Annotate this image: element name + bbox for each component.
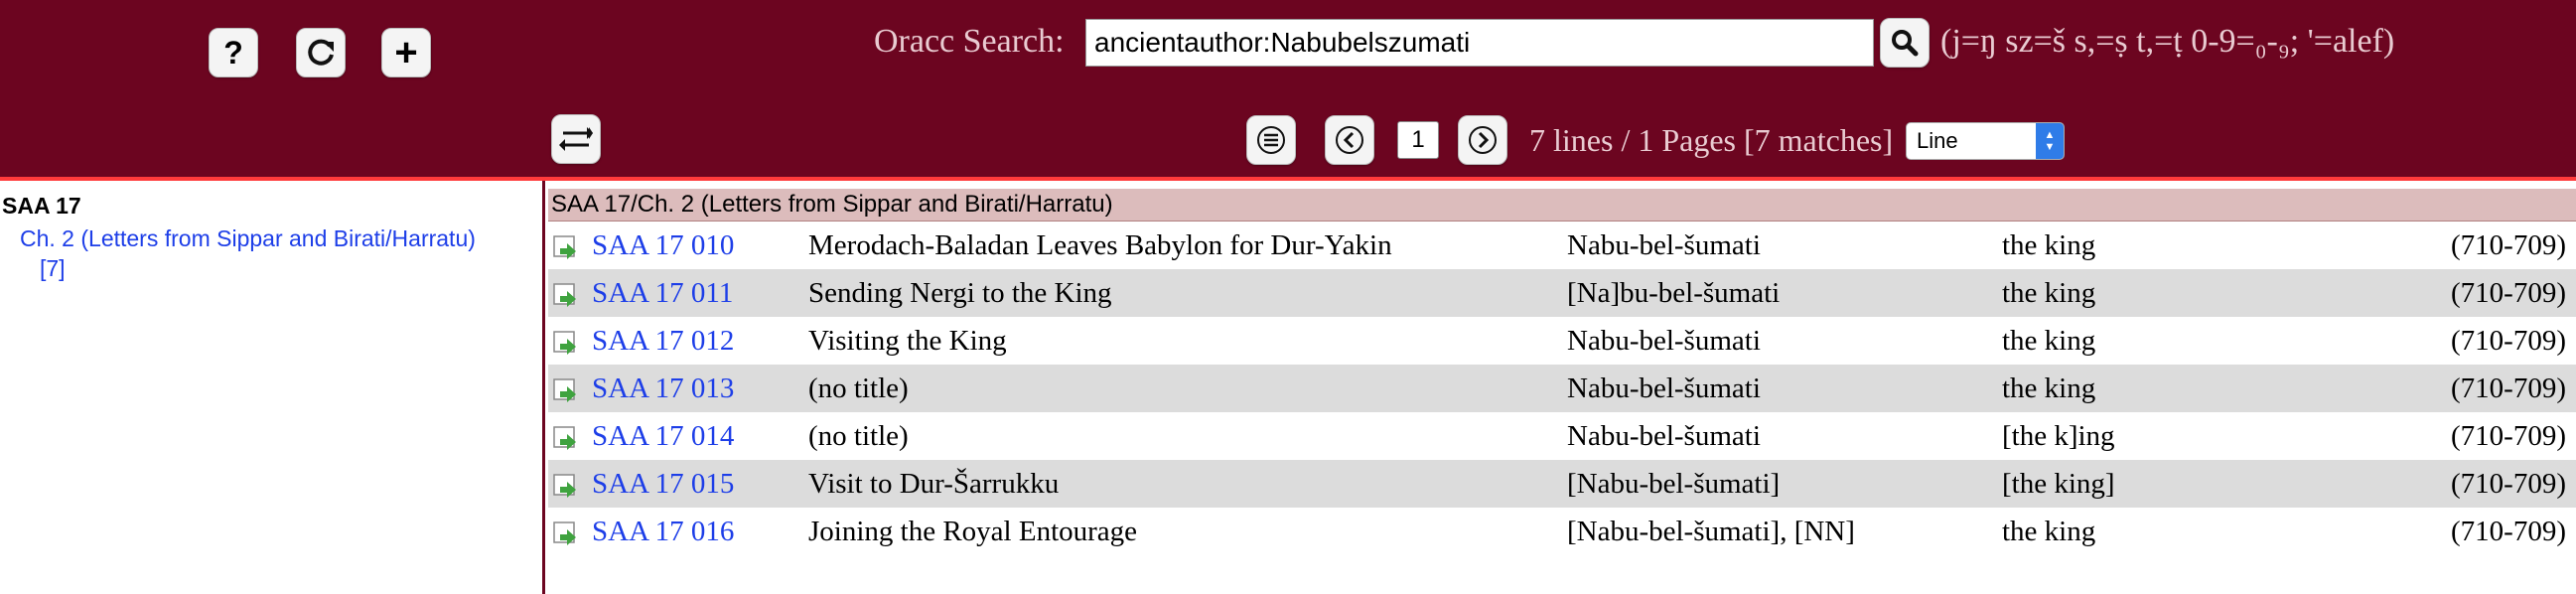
text-author: Nabu-bel-šumati <box>1567 325 1761 357</box>
text-recipient: the king <box>2002 229 2096 261</box>
text-id-link[interactable]: SAA 17 016 <box>592 508 734 555</box>
text-id-link[interactable]: SAA 17 012 <box>592 317 734 365</box>
menu-button[interactable] <box>1246 115 1296 165</box>
page-number[interactable]: 1 <box>1397 121 1439 159</box>
go-arrow-icon[interactable] <box>552 282 580 310</box>
question-icon: ? <box>223 34 243 71</box>
results-group-header: SAA 17/Ch. 2 (Letters from Sippar and Bi… <box>548 189 2576 222</box>
table-row: SAA 17 011 Sending Nergi to the King [Na… <box>548 269 2576 317</box>
text-author: Nabu-bel-šumati <box>1567 229 1761 261</box>
text-title: Visit to Dur-Šarrukku <box>808 468 1060 500</box>
text-title: Joining the Royal Entourage <box>808 516 1138 547</box>
menu-lines-icon <box>1257 126 1285 154</box>
go-arrow-icon[interactable] <box>552 425 580 453</box>
text-date: (710-709) <box>2451 468 2566 500</box>
text-id-link[interactable]: SAA 17 015 <box>592 460 734 508</box>
go-arrow-icon[interactable] <box>552 330 580 358</box>
table-row: SAA 17 013 (no title) Nabu-bel-šumati th… <box>548 365 2576 412</box>
search-label: Oracc Search: <box>874 23 1065 60</box>
text-title: Sending Nergi to the King <box>808 277 1112 309</box>
go-arrow-icon[interactable] <box>552 473 580 501</box>
sidebar-chapter-label[interactable]: Ch. 2 (Letters from Sippar and Birati/Ha… <box>20 225 476 251</box>
go-arrow-icon[interactable] <box>552 377 580 405</box>
text-recipient: the king <box>2002 372 2096 404</box>
text-recipient: the king <box>2002 325 2096 357</box>
text-author: Nabu-bel-šumati <box>1567 372 1761 404</box>
search-hint: (j=ŋ sz=š s,=ṣ t,=ṭ 0-9=₀-₉; '=alef) <box>1940 23 2395 60</box>
table-row: SAA 17 015 Visit to Dur-Šarrukku [Nabu-b… <box>548 460 2576 508</box>
refresh-icon <box>308 39 334 66</box>
text-id-link[interactable]: SAA 17 014 <box>592 412 734 460</box>
table-row: SAA 17 012 Visiting the King Nabu-bel-šu… <box>548 317 2576 365</box>
sidebar: SAA 17 Ch. 2 (Letters from Sippar and Bi… <box>0 181 545 594</box>
text-date: (710-709) <box>2451 372 2566 404</box>
search-input[interactable] <box>1085 19 1874 67</box>
swap-arrows-icon <box>559 127 593 151</box>
sidebar-title: SAA 17 <box>2 193 81 219</box>
next-page-button[interactable] <box>1458 115 1507 165</box>
go-arrow-icon[interactable] <box>552 234 580 262</box>
top-banner: ? + Oracc Search: (j=ŋ sz=š s,=ṣ t,=ṭ 0-… <box>0 0 2576 181</box>
text-title: Visiting the King <box>808 325 1007 357</box>
text-date: (710-709) <box>2451 420 2566 452</box>
plus-icon: + <box>394 31 418 74</box>
table-row: SAA 17 016 Joining the Royal Entourage [… <box>548 508 2576 555</box>
table-row: SAA 17 010 Merodach-Baladan Leaves Babyl… <box>548 222 2576 269</box>
prev-page-button[interactable] <box>1325 115 1374 165</box>
sidebar-chapter-link[interactable]: Ch. 2 (Letters from Sippar and Birati/Ha… <box>20 223 541 283</box>
text-author: [Na]bu-bel-šumati <box>1567 277 1781 309</box>
text-author: [Nabu-bel-šumati] <box>1567 468 1781 500</box>
text-recipient: the king <box>2002 516 2096 547</box>
text-title: (no title) <box>808 372 909 404</box>
chevron-right-icon <box>1469 126 1497 154</box>
go-arrow-icon[interactable] <box>552 520 580 548</box>
page-summary: 7 lines / 1 Pages [7 matches] <box>1529 122 1894 158</box>
swap-button[interactable] <box>551 114 601 164</box>
text-date: (710-709) <box>2451 516 2566 547</box>
help-button[interactable]: ? <box>209 28 258 77</box>
text-id-link[interactable]: SAA 17 010 <box>592 222 734 269</box>
text-date: (710-709) <box>2451 229 2566 261</box>
text-recipient: the king <box>2002 277 2096 309</box>
text-author: Nabu-bel-šumati <box>1567 420 1761 452</box>
sidebar-chapter-count[interactable]: [7] <box>20 253 541 283</box>
text-date: (710-709) <box>2451 277 2566 309</box>
text-recipient: [the king] <box>2002 468 2115 500</box>
text-date: (710-709) <box>2451 325 2566 357</box>
search-button[interactable] <box>1880 18 1930 68</box>
text-title: (no title) <box>808 420 909 452</box>
select-arrows-icon: ▲ ▼ <box>2036 123 2064 159</box>
search-icon <box>1892 30 1919 57</box>
text-id-link[interactable]: SAA 17 011 <box>592 269 733 317</box>
view-mode-select[interactable]: Line ▲ ▼ <box>1906 122 2065 160</box>
text-recipient: [the k]ing <box>2002 420 2115 452</box>
view-mode-value: Line <box>1917 128 1958 153</box>
text-title: Merodach-Baladan Leaves Babylon for Dur-… <box>808 229 1392 261</box>
results-table: SAA 17/Ch. 2 (Letters from Sippar and Bi… <box>548 189 2576 555</box>
add-button[interactable]: + <box>381 28 431 77</box>
text-author: [Nabu-bel-šumati], [NN] <box>1567 516 1855 547</box>
table-row: SAA 17 014 (no title) Nabu-bel-šumati [t… <box>548 412 2576 460</box>
text-id-link[interactable]: SAA 17 013 <box>592 365 734 412</box>
reset-button[interactable] <box>296 28 346 77</box>
chevron-left-icon <box>1336 126 1363 154</box>
